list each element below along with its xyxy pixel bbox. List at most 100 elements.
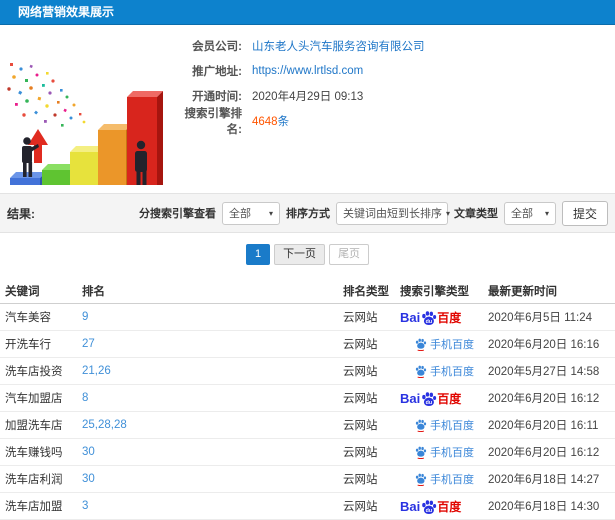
baidu-paw-icon: du <box>422 499 437 514</box>
search-engine-cell: Bai du 百度 <box>400 471 488 487</box>
chevron-down-icon: ▾ <box>268 208 273 218</box>
mobile-baidu-logo: 手机百度 <box>400 336 488 352</box>
baidu-logo: Bai du 百度 <box>400 498 462 514</box>
promo-url-link[interactable]: https://www.lrtlsd.com <box>252 65 363 77</box>
company-info-fields: 会员公司: 山东老人头汽车服务咨询有限公司 推广地址: https://www.… <box>170 25 425 187</box>
rank-type-cell: 云网站 <box>343 339 378 351</box>
keyword-cell: 加盟洗车店 <box>5 420 63 432</box>
bar-chart-illustration <box>7 63 163 185</box>
table-row: 洗车店加盟 3 云网站 Bai du 百度 2020年6月18日 14:30 <box>0 493 615 520</box>
col-keyword: 关键词 <box>5 285 40 298</box>
table-header-row: 关键词 排名 排名类型 搜索引擎类型 最新更新时间 <box>0 278 615 304</box>
promo-url-row: 推广地址: https://www.lrtlsd.com <box>170 58 425 83</box>
info-section: 会员公司: 山东老人头汽车服务咨询有限公司 推广地址: https://www.… <box>0 25 615 187</box>
col-rank: 排名 <box>82 285 105 298</box>
search-engine-cell: Bai du 百度 <box>400 498 488 515</box>
pagination: 1 下一页 尾页 <box>0 244 615 265</box>
update-time-cell: 2020年6月20日 16:11 <box>488 420 599 432</box>
rank-link[interactable]: 9 <box>82 311 343 323</box>
svg-text:du: du <box>426 507 432 513</box>
mobile-baidu-logo: 手机百度 <box>400 444 488 460</box>
engine-filter-label: 分搜索引擎查看 <box>138 208 216 220</box>
keyword-cell: 洗车赚钱吗 <box>5 447 63 459</box>
baidu-logo: Bai du 百度 <box>400 390 462 406</box>
rank-type-cell: 云网站 <box>343 393 378 405</box>
rank-link[interactable]: 21,26 <box>82 365 343 377</box>
update-time-cell: 2020年5月27日 14:58 <box>488 366 600 378</box>
member-company-label: 会员公司: <box>192 40 242 53</box>
sort-value: 关键词由短到长排序 <box>342 208 442 220</box>
engine-rank-row: 搜索引擎排名: 4648条 <box>170 108 425 136</box>
table-row: 洗车赚钱吗 30 云网站 Bai du 百度 <box>0 439 615 466</box>
table-row: 洗车店投资 21,26 云网站 Bai du 百度 <box>0 358 615 385</box>
baidu-logo: Bai du 百度 <box>400 309 462 325</box>
update-time-cell: 2020年6月18日 14:27 <box>488 474 600 486</box>
table-row: 洗车店利润 30 云网站 Bai du 百度 <box>0 466 615 493</box>
rank-link[interactable]: 3 <box>82 500 343 512</box>
next-page-button[interactable]: 下一页 <box>274 244 326 265</box>
chevron-down-icon: ▾ <box>544 208 549 218</box>
sort-label: 排序方式 <box>285 208 330 220</box>
keyword-cell: 洗车店投资 <box>5 366 63 378</box>
rank-link[interactable]: 8 <box>82 392 343 404</box>
rank-type-cell: 云网站 <box>343 447 378 459</box>
rank-type-cell: 云网站 <box>343 420 378 432</box>
rank-link[interactable]: 30 <box>82 473 343 485</box>
col-update-time: 最新更新时间 <box>488 285 557 298</box>
mobile-baidu-paw-icon <box>415 446 427 459</box>
col-rank-type: 排名类型 <box>343 285 389 298</box>
mobile-baidu-paw-icon <box>415 419 427 432</box>
table-row: 汽车美容 9 云网站 Bai du 百度 2020年6月5日 11:24 <box>0 304 615 331</box>
rank-type-cell: 云网站 <box>343 366 378 378</box>
keyword-cell: 开洗车行 <box>5 339 51 351</box>
keyword-cell: 洗车店利润 <box>5 474 63 486</box>
engine-rank-count: 4648 <box>252 115 278 128</box>
search-engine-cell: Bai du 百度 <box>400 390 488 407</box>
keyword-cell: 洗车店加盟 <box>5 501 63 513</box>
search-engine-cell: Bai du 百度 <box>400 444 488 460</box>
rank-type-cell: 云网站 <box>343 474 378 486</box>
update-time-cell: 2020年6月18日 14:30 <box>488 501 600 513</box>
mobile-baidu-paw-icon <box>415 365 427 378</box>
table-body: 汽车美容 9 云网站 Bai du 百度 2020年6月5日 11:24 开洗车… <box>0 304 615 520</box>
article-type-label: 文章类型 <box>453 208 498 220</box>
search-engine-cell: Bai du 百度 <box>400 309 488 326</box>
baidu-paw-icon: du <box>422 391 437 406</box>
col-engine-type: 搜索引擎类型 <box>400 285 469 298</box>
page-1-button[interactable]: 1 <box>245 244 271 265</box>
rank-type-cell: 云网站 <box>343 312 378 324</box>
engine-filter-select[interactable]: 全部 ▾ <box>221 201 280 225</box>
rank-link[interactable]: 30 <box>82 446 343 458</box>
rank-link[interactable]: 25,28,28 <box>82 419 343 431</box>
update-time-cell: 2020年6月20日 16:12 <box>488 447 600 459</box>
article-type-value: 全部 <box>510 208 533 220</box>
mobile-baidu-logo: 手机百度 <box>400 471 488 487</box>
rank-type-cell: 云网站 <box>343 501 378 513</box>
keyword-cell: 汽车加盟店 <box>5 393 63 405</box>
results-table: 关键词 排名 排名类型 搜索引擎类型 最新更新时间 汽车美容 9 云网站 Bai <box>0 278 615 520</box>
open-time-label: 开通时间: <box>192 90 242 103</box>
confetti-icon <box>7 63 86 127</box>
svg-text:du: du <box>426 399 432 405</box>
update-time-cell: 2020年6月20日 16:16 <box>488 339 600 351</box>
member-company-link[interactable]: 山东老人头汽车服务咨询有限公司 <box>252 38 425 54</box>
search-engine-cell: Bai du 百度 <box>400 363 488 379</box>
mobile-baidu-logo: 手机百度 <box>400 417 488 433</box>
baidu-paw-icon: du <box>422 310 437 325</box>
mobile-baidu-paw-icon <box>415 473 427 486</box>
engine-rank-unit: 条 <box>277 115 290 128</box>
search-engine-cell: Bai du 百度 <box>400 417 488 433</box>
last-page-button[interactable]: 尾页 <box>329 244 370 265</box>
result-label: 结果: <box>7 206 35 221</box>
submit-button[interactable]: 提交 <box>561 200 608 226</box>
keyword-cell: 汽车美容 <box>5 312 51 324</box>
filter-controls: 分搜索引擎查看 全部 ▾ 排序方式 关键词由短到长排序 ▾ 文章类型 全部 ▾ … <box>138 200 608 226</box>
member-company-row: 会员公司: 山东老人头汽车服务咨询有限公司 <box>170 33 425 58</box>
mobile-baidu-logo: 手机百度 <box>400 363 488 379</box>
sort-select[interactable]: 关键词由短到长排序 ▾ <box>335 201 450 225</box>
article-type-select[interactable]: 全部 ▾ <box>503 201 556 225</box>
open-time-value: 2020年4月29日 09:13 <box>252 90 364 103</box>
page-title-bar: 网络营销效果展示 <box>0 0 615 25</box>
svg-text:du: du <box>426 318 432 324</box>
rank-link[interactable]: 27 <box>82 338 343 350</box>
